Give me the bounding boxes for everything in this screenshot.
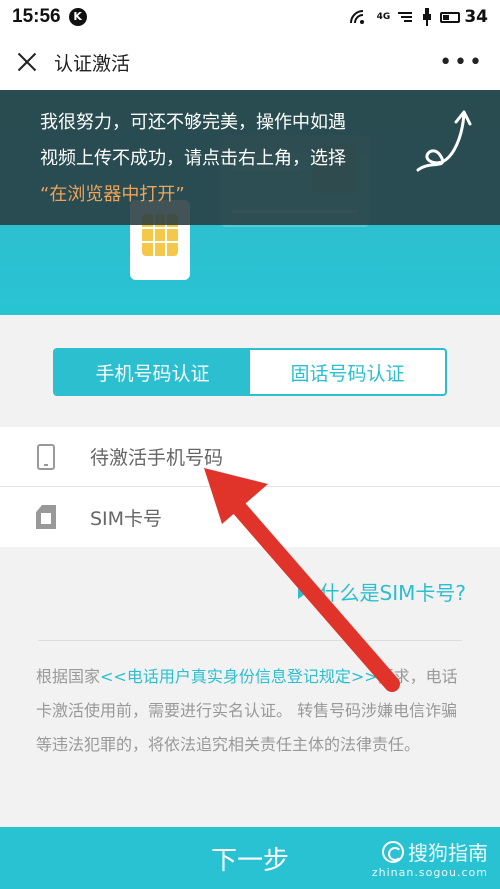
status-icons: 4G 34 [349, 7, 488, 27]
network-type: 4G [376, 12, 391, 22]
sogou-logo-icon [382, 840, 404, 863]
hint-line-2: 视频上传不成功，请点击右上角，选择 [40, 148, 346, 169]
auth-type-tabs: 手机号码认证 固话号码认证 [53, 348, 447, 396]
notice-prefix: 根据国家 [36, 667, 101, 686]
sim-number-field[interactable]: SIM卡号 [0, 487, 500, 547]
what-is-sim-label: 什么是SIM卡号? [319, 581, 466, 605]
activation-form: 待激活手机号码 SIM卡号 [0, 427, 500, 547]
page-title: 认证激活 [54, 52, 131, 75]
banner: 我很努力，可还不够完美，操作中如遇 视频上传不成功，请点击右上角，选择 “在浏览… [0, 90, 500, 315]
battery-level: 34 [464, 7, 488, 27]
close-icon[interactable] [16, 51, 38, 73]
watermark-brand: 搜狗指南 [408, 841, 488, 865]
battery-indicator: 34 [440, 7, 488, 27]
battery-icon [440, 11, 461, 23]
what-is-sim-link[interactable]: 什么是SIM卡号? [297, 577, 466, 606]
regulation-link[interactable]: <<电话用户真实身份信息登记规定>> [100, 667, 378, 686]
tab-landline-auth[interactable]: 固话号码认证 [250, 350, 445, 394]
real-name-notice: 根据国家<<电话用户真实身份信息登记规定>>要求，电话卡激活使用前，需要进行实名… [36, 660, 466, 762]
phone-number-placeholder: 待激活手机号码 [90, 447, 224, 469]
phone-number-field[interactable]: 待激活手机号码 [0, 427, 500, 487]
sim-number-placeholder: SIM卡号 [90, 507, 163, 530]
play-triangle-icon [297, 584, 308, 599]
title-bar: 认证激活 ••• [0, 34, 500, 90]
phone-icon [36, 443, 56, 470]
watermark-url: zhinan.sogou.com [371, 866, 488, 879]
sogou-watermark: 搜狗指南 zhinan.sogou.com [372, 827, 488, 889]
sim-card-icon [36, 504, 56, 530]
wifi-icon [349, 10, 364, 24]
status-time: 15:56 [12, 6, 61, 27]
divider [38, 640, 462, 641]
curly-arrow-icon [416, 110, 472, 172]
tab-mobile-auth[interactable]: 手机号码认证 [55, 350, 250, 394]
k-app-icon: K [68, 8, 87, 26]
status-bar: 15:56 K 4G 34 [0, 0, 500, 34]
charging-icon [423, 8, 432, 26]
more-menu-button[interactable]: ••• [439, 50, 484, 75]
hint-line-1: 我很努力，可还不够完美，操作中如遇 [40, 112, 346, 133]
signal-icon [398, 12, 413, 22]
hint-line-3: “在浏览器中打开” [40, 184, 185, 205]
